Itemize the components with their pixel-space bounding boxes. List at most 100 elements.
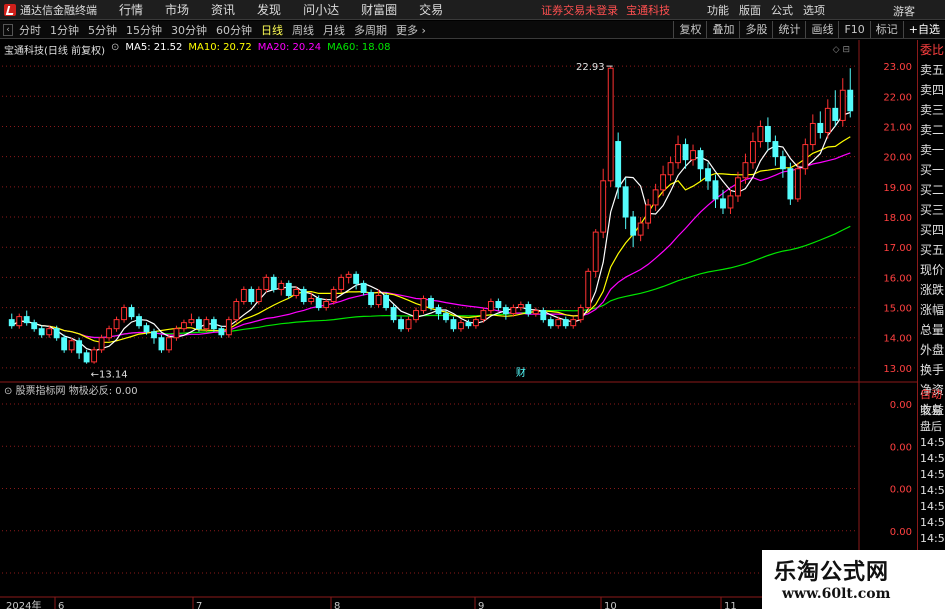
menu-item-discover[interactable]: 发现 <box>257 1 281 18</box>
statistics-button[interactable]: 统计 <box>772 21 805 38</box>
candle-down <box>697 150 704 170</box>
adjust-price-button[interactable]: 复权 <box>673 21 706 38</box>
candle-down <box>547 319 554 327</box>
quote-panel-lower: 自动交易盘后14:514:514:514:514:514:514:514:5 <box>918 387 945 563</box>
candle-down <box>772 141 779 158</box>
quote-panel: 委比 卖五 卖四 卖三 卖二 卖一 买一 买二 买三 买四 买五 现价 涨跌 涨幅 总量 外盘 换手 净资 收益 自… <box>917 40 945 609</box>
legend-stock-name: 宝通科技(日线 前复权) <box>4 46 105 57</box>
tab-60min[interactable]: 60分钟 <box>216 22 252 38</box>
candle-up <box>233 301 240 321</box>
tab-monthly[interactable]: 月线 <box>323 22 345 38</box>
candle-down <box>31 322 38 330</box>
quote-label: 外盘 <box>920 343 945 357</box>
menu-item-options[interactable]: 选项 <box>803 2 825 18</box>
candle-down <box>390 307 397 321</box>
current-stock-notice[interactable]: 宝通科技 <box>626 2 670 18</box>
candle-up <box>637 222 644 236</box>
candle-up <box>839 89 846 121</box>
guest-user-button[interactable]: 游客 <box>893 3 915 19</box>
mark-button[interactable]: 标记 <box>869 21 903 38</box>
quote-label: 卖三 <box>920 103 945 117</box>
price-tick-label: 14.00 <box>883 334 912 345</box>
candle-up <box>555 319 562 327</box>
candle-down <box>8 319 15 327</box>
candle-up <box>585 270 592 309</box>
candle-up <box>480 310 487 321</box>
candle-down <box>218 328 225 336</box>
tab-intraday[interactable]: 分时 <box>19 22 41 38</box>
draw-line-button[interactable]: 画线 <box>805 21 838 38</box>
menu-item-news[interactable]: 资讯 <box>211 1 235 18</box>
quote-panel-upper: 委比 卖五 卖四 卖三 卖二 卖一 买一 买二 买三 买四 买五 现价 涨跌 涨幅 总量 外盘 换手 净资 收益 <box>918 40 945 420</box>
quote-label: 涨幅 <box>920 303 945 317</box>
menu-item-market[interactable]: 市场 <box>165 1 189 18</box>
candle-down <box>195 319 202 330</box>
tab-multi-period[interactable]: 多周期 <box>354 22 387 38</box>
price-tick-label: 18.00 <box>883 213 912 224</box>
candle-down <box>832 107 839 121</box>
candle-up <box>742 162 749 179</box>
candle-down <box>151 331 157 339</box>
menu-item-ask-assistant[interactable]: 问小达 <box>303 1 339 18</box>
add-watchlist-button[interactable]: +自选 <box>902 21 945 38</box>
candle-up <box>487 301 494 312</box>
candle-up <box>749 141 756 164</box>
candle-down <box>495 301 502 309</box>
tick-row: 14:5 <box>920 500 945 513</box>
tick-row: 14:5 <box>920 484 945 497</box>
watermark-url: www.60lt.com <box>782 586 891 602</box>
collapse-left-icon[interactable]: ‹ <box>3 23 13 36</box>
tab-15min[interactable]: 15分钟 <box>126 22 162 38</box>
tab-more[interactable]: 更多 › <box>396 22 426 38</box>
candle-up <box>809 122 816 146</box>
tab-1min[interactable]: 1分钟 <box>50 22 79 38</box>
tab-5min[interactable]: 5分钟 <box>88 22 117 38</box>
candle-up <box>46 328 53 336</box>
multi-stock-button[interactable]: 多股 <box>739 21 772 38</box>
menu-item-layout[interactable]: 版面 <box>739 2 761 18</box>
tab-30min[interactable]: 30分钟 <box>171 22 207 38</box>
tick-row: 交易 <box>920 404 942 417</box>
candle-down <box>53 328 60 339</box>
overlay-button[interactable]: 叠加 <box>706 21 739 38</box>
ma-legend: 宝通科技(日线 前复权) ⊙ MA5: 21.52 MA10: 20.72 MA… <box>4 42 397 57</box>
candle-down <box>525 304 532 315</box>
legend-ma60: MA60: 18.08 <box>327 42 391 53</box>
app-title: 通达信金融终端 <box>20 3 97 17</box>
tick-row: 14:5 <box>920 516 945 529</box>
candle-down <box>502 307 509 315</box>
price-tick-label: 19.00 <box>883 183 912 194</box>
candle-up <box>106 328 113 339</box>
tick-row: 14:5 <box>920 436 945 449</box>
tab-daily[interactable]: 日线 <box>261 22 283 38</box>
candle-up <box>735 177 741 197</box>
f10-button[interactable]: F10 <box>838 21 869 38</box>
candle-up <box>675 144 681 164</box>
candle-down <box>248 288 255 303</box>
trade-login-notice[interactable]: 证券交易未登录 <box>541 2 618 18</box>
menu-item-functions[interactable]: 功能 <box>707 2 729 18</box>
candle-down <box>368 291 375 306</box>
quote-label: 买五 <box>920 243 945 257</box>
menu-item-formula[interactable]: 公式 <box>771 2 793 18</box>
legend-gear-icon[interactable]: ⊙ <box>111 42 119 57</box>
candle-up <box>517 304 524 309</box>
candle-down <box>285 282 292 296</box>
tab-weekly[interactable]: 周线 <box>292 22 314 38</box>
right-menu: 功能 版面 公式 选项 <box>697 0 825 20</box>
candle-down <box>143 325 150 333</box>
candle-up <box>802 144 809 170</box>
candle-down <box>779 156 786 170</box>
candle-down <box>315 298 322 309</box>
candle-up <box>181 322 187 330</box>
menu-item-trade[interactable]: 交易 <box>419 1 443 18</box>
indicator-tick-label: 0.00 <box>890 400 912 411</box>
candle-down <box>158 337 165 351</box>
candle-up <box>345 273 352 278</box>
kline-chart[interactable]: 13.00 14.00 15.00 16.00 17.00 18.00 19.00 20.00… <box>0 40 917 609</box>
menu-item-quotes[interactable]: 行情 <box>119 1 143 18</box>
indicator-gear-icon[interactable]: ⊙ <box>4 386 16 397</box>
legend-ma5: MA5: 21.52 <box>125 42 183 53</box>
menu-item-wealth-circle[interactable]: 财富圈 <box>361 1 397 18</box>
candle-down <box>360 282 367 293</box>
